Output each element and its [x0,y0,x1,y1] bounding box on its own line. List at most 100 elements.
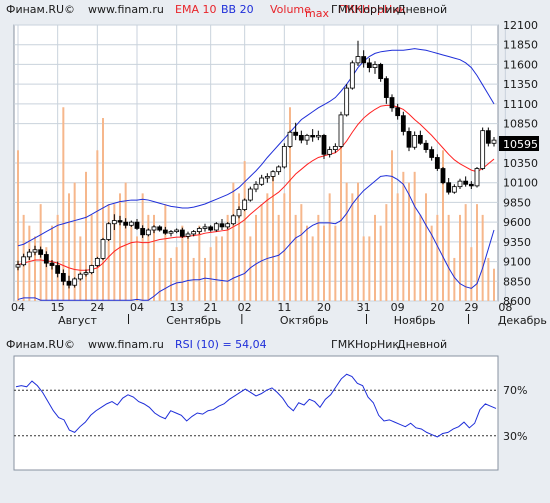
candle-body [287,131,293,147]
date-axis: 04 15 24 04 13 21 02 11 20 31 09 20 29 08 [11,301,512,314]
volume-bar [345,182,348,301]
candle-body [372,64,378,68]
date-tick-label: 13 [170,301,184,314]
candle-body [253,183,259,190]
volume-bar [221,236,223,301]
volume-bar [170,257,172,301]
price-tick-label: 11600 [503,58,538,71]
candle-body [355,56,361,64]
volume-bar [187,236,189,301]
volume-bar [209,247,212,301]
volume-bar [459,214,461,301]
volume-bar [419,214,422,301]
candle-body [429,149,435,158]
interval-label: Дневной [397,3,447,16]
volume-bar [470,247,473,301]
rsi-interval-label: Дневной [397,338,447,351]
volume-bar [147,214,150,301]
volume-bar [198,225,201,301]
candle-body [185,233,191,237]
price-tick-label: 8850 [503,275,531,288]
candle-body [242,199,248,210]
candle-body [344,87,350,116]
candle-body [236,209,242,217]
candle-body [145,229,151,236]
volume-bar [317,214,320,301]
volume-bar [374,214,376,301]
candle-body [21,256,27,266]
volume-bar [79,236,82,301]
candle-body [43,254,49,264]
volume-bar [255,214,257,301]
price-tick-label: 12100 [503,19,538,32]
volume-bar [413,171,416,301]
last-price-badge: 10595 [499,136,539,151]
candle-body [162,229,168,234]
date-tick-label: 11 [277,301,291,314]
month-label: Декабрь [498,314,547,327]
volume-bar [334,225,337,301]
candle-body [174,229,180,233]
candle-body [140,228,146,236]
candle-body [230,215,236,225]
month-axis: Август Сентябрь Октябрь Ноябрь Декабрь [58,314,547,327]
volume-bar [232,182,235,301]
volume-bar [481,214,484,301]
candle-body [485,130,491,144]
date-tick-label: 31 [357,301,371,314]
price-tick-label: 11100 [503,98,538,111]
volume-bar [328,193,331,301]
volume-bar [90,214,93,301]
candle-body [94,258,100,266]
candle-body [321,134,327,155]
candle-body [474,168,480,187]
price-tick-label: 11850 [503,39,538,52]
volume-bar [158,257,161,301]
price-tick-label: 10850 [503,118,538,131]
candle-body [293,131,299,136]
site-link[interactable]: www.finam.ru [88,3,164,16]
candle-body [32,249,38,253]
candle-body [77,273,83,280]
candle-body [191,231,197,235]
volume-bar [85,171,87,301]
volume-bar [141,193,144,301]
date-tick-label: 15 [51,301,65,314]
month-label: Сентябрь [166,314,221,327]
candle-body [349,62,355,89]
volume-bar [260,204,263,301]
price-tick-label: 9600 [503,216,531,229]
candle-body [15,264,21,268]
candle-body [219,223,225,228]
volume-bar [277,214,280,301]
candle-body [446,182,452,193]
volume-bar [391,150,393,301]
volume-bar [102,118,104,302]
price-tick-label: 9850 [503,196,531,209]
date-tick-label: 04 [130,301,144,314]
volume-bar [402,171,405,301]
volume-bar [300,204,303,301]
date-tick-label: 02 [238,301,252,314]
rsi-brand-label: Финам.RU© [6,338,75,351]
date-tick-label: 24 [90,301,104,314]
volume-bar [453,257,456,301]
bb-legend: BB 20 [221,3,254,16]
candle-body [157,226,163,231]
candle-body [378,64,384,80]
month-label: Август [58,314,97,327]
candle-body [468,183,474,187]
rsi-site-link[interactable]: www.finam.ru [88,338,164,351]
candle-body [281,146,287,168]
volume-bar [351,193,354,301]
volume-bar [272,171,274,301]
candle-body [491,139,497,144]
date-tick-label: 04 [11,301,25,314]
candle-body [117,220,123,223]
volume-bar [17,150,19,301]
candle-body [434,157,440,169]
candle-body [123,221,129,226]
candle-body [264,176,270,179]
price-axis: 8600885091009350960098501010010350108501… [503,19,538,308]
volume-bar [306,225,308,301]
